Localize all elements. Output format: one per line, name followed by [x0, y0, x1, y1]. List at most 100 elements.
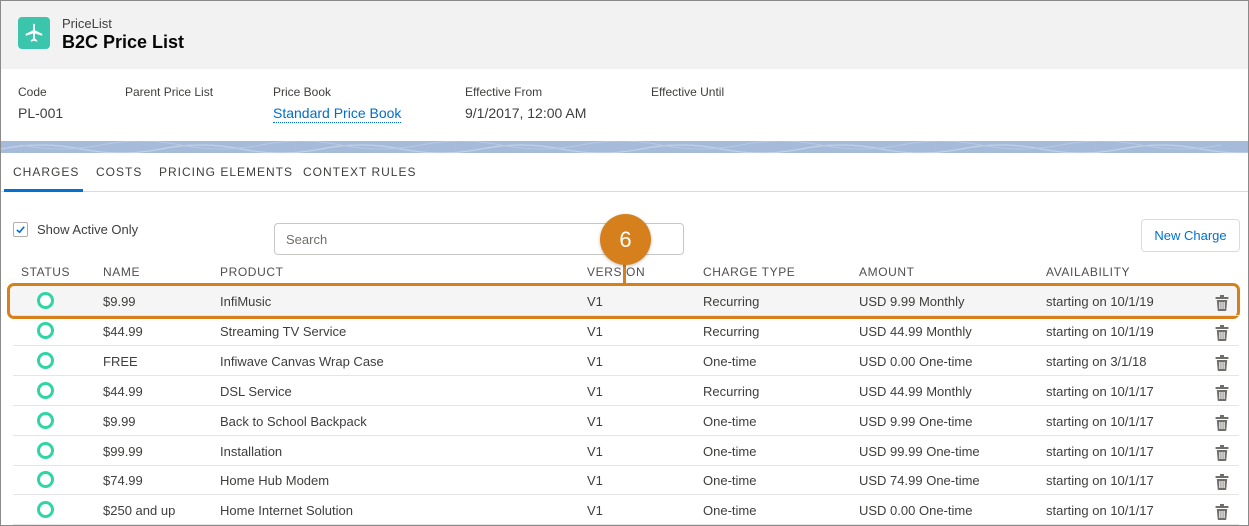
cell-version: V1 — [587, 294, 603, 309]
pricelist-plane-icon — [18, 17, 50, 49]
delete-trash-icon[interactable] — [1215, 414, 1229, 431]
cell-amount: USD 9.99 One-time — [859, 413, 973, 429]
decorative-band — [1, 141, 1248, 153]
status-active-icon — [37, 381, 54, 399]
cell-charge-type: Recurring — [703, 383, 760, 399]
cell-name: $99.99 — [103, 443, 143, 459]
cell-name: $44.99 — [103, 383, 143, 399]
table-row[interactable]: $44.99 DSL Service V1 Recurring USD 44.99 Mo… — [13, 376, 1239, 406]
column-header-amount[interactable]: AMOUNT — [859, 265, 915, 279]
table-row[interactable]: $74.99 Home Hub Modem V1 One-time USD 74.99 … — [13, 465, 1239, 496]
cell-name: $44.99 — [103, 323, 143, 339]
field-label: Effective From — [465, 85, 543, 99]
cell-version: V1 — [587, 353, 603, 369]
field-label: Code — [18, 85, 47, 99]
tab-bar: CHARGES COSTS PRICING ELEMENTS CONTEXT R… — [1, 153, 1248, 192]
cell-charge-type: One-time — [703, 413, 757, 429]
status-active-icon — [37, 411, 54, 429]
cell-product: DSL Service — [220, 383, 292, 399]
cell-version: V1 — [587, 383, 603, 399]
tab-context-rules[interactable]: CONTEXT RULES — [303, 165, 416, 179]
cell-product: InfiMusic — [220, 294, 272, 309]
field-label: Price Book — [273, 85, 332, 99]
delete-trash-icon[interactable] — [1215, 295, 1229, 311]
cell-amount: USD 0.00 One-time — [859, 353, 973, 369]
cell-name: $9.99 — [103, 294, 136, 309]
cell-amount: USD 0.00 One-time — [859, 503, 973, 519]
cell-availability: starting on 10/1/17 — [1046, 473, 1154, 489]
delete-trash-icon[interactable] — [1215, 354, 1229, 371]
new-charge-button[interactable]: New Charge — [1141, 219, 1240, 252]
status-active-icon — [37, 501, 54, 519]
table-row[interactable]: $99.99 Installation V1 One-time USD 99.99 On… — [13, 436, 1239, 466]
cell-charge-type: One-time — [703, 473, 757, 489]
cell-charge-type: Recurring — [703, 294, 760, 309]
column-header-status[interactable]: STATUS — [21, 265, 70, 279]
status-active-icon — [37, 292, 54, 309]
table-row[interactable]: $9.99 Back to School Backpack V1 One-time US… — [13, 406, 1239, 436]
status-active-icon — [37, 351, 54, 369]
delete-trash-icon[interactable] — [1215, 504, 1229, 521]
cell-name: $250 and up — [103, 503, 176, 519]
table-row[interactable]: $9.99 InfiMusic V1 Recurring USD 9.99 Monthl… — [13, 286, 1239, 316]
cell-product: Home Hub Modem — [220, 473, 330, 489]
tab-charges[interactable]: CHARGES — [13, 165, 79, 179]
price-book-link[interactable]: Standard Price Book — [273, 105, 402, 123]
record-page: PriceList B2C Price List Code PL-001 Par… — [0, 0, 1249, 526]
status-active-icon — [37, 441, 54, 459]
field-value: PL-001 — [18, 105, 64, 121]
field-price-book: Price Book Standard Price Book — [273, 85, 402, 123]
cell-version: V1 — [587, 443, 603, 459]
cell-name: $74.99 — [103, 473, 143, 489]
column-header-product[interactable]: PRODUCT — [220, 265, 284, 279]
record-title: B2C Price List — [62, 32, 185, 52]
cell-version: V1 — [587, 473, 603, 489]
cell-availability: starting on 10/1/19 — [1046, 294, 1154, 309]
delete-trash-icon[interactable] — [1215, 444, 1229, 461]
checkmark-icon — [16, 226, 25, 234]
highlights-panel: Code PL-001 Parent Price List Price Book… — [1, 69, 1248, 141]
column-header-name[interactable]: NAME — [103, 265, 140, 279]
show-active-checkbox[interactable] — [13, 222, 28, 237]
column-header-availability[interactable]: AVAILABILITY — [1046, 265, 1130, 279]
cell-availability: starting on 3/1/18 — [1046, 353, 1147, 369]
field-parent-price-list: Parent Price List — [125, 85, 213, 105]
delete-trash-icon[interactable] — [1215, 384, 1229, 401]
tab-pricing-elements[interactable]: PRICING ELEMENTS — [159, 165, 293, 179]
cell-charge-type: One-time — [703, 353, 757, 369]
status-active-icon — [37, 471, 54, 489]
table-row[interactable]: $44.99 Streaming TV Service V1 Recurring USD… — [13, 316, 1239, 346]
field-code: Code PL-001 — [18, 85, 63, 121]
cell-product: Home Internet Solution — [220, 503, 353, 519]
cell-version: V1 — [587, 503, 603, 519]
table-row[interactable]: $250 and up Home Internet Solution V1 One-t… — [13, 495, 1239, 525]
column-header-version[interactable]: VERSION — [587, 265, 645, 279]
cell-availability: starting on 10/1/19 — [1046, 323, 1154, 339]
cell-product: Installation — [220, 443, 283, 459]
cell-product: Infiwave Canvas Wrap Case — [220, 353, 384, 369]
cell-availability: starting on 10/1/17 — [1046, 503, 1154, 519]
column-header-charge-type[interactable]: CHARGE TYPE — [703, 265, 795, 279]
cell-name: $9.99 — [103, 413, 136, 429]
active-tab-indicator — [4, 189, 83, 192]
cell-amount: USD 74.99 One-time — [859, 473, 980, 489]
cell-amount: USD 9.99 Monthly — [859, 294, 965, 309]
callout-badge: 6 — [600, 214, 651, 265]
cell-charge-type: One-time — [703, 443, 757, 459]
field-effective-until: Effective Until — [651, 85, 724, 105]
tab-costs[interactable]: COSTS — [96, 165, 142, 179]
field-label: Effective Until — [651, 85, 725, 99]
status-active-icon — [37, 321, 54, 339]
field-value: 9/1/2017, 12:00 AM — [465, 105, 587, 121]
cell-version: V1 — [587, 323, 603, 339]
field-effective-from: Effective From 9/1/2017, 12:00 AM — [465, 85, 586, 121]
show-active-only-toggle[interactable]: Show Active Only — [13, 222, 138, 237]
table-row[interactable]: FREE Infiwave Canvas Wrap Case V1 One-time U… — [13, 346, 1239, 376]
delete-trash-icon[interactable] — [1215, 324, 1229, 341]
cell-availability: starting on 10/1/17 — [1046, 443, 1154, 459]
cell-availability: starting on 10/1/17 — [1046, 383, 1154, 399]
cell-product: Back to School Backpack — [220, 413, 367, 429]
delete-trash-icon[interactable] — [1215, 474, 1229, 491]
cell-product: Streaming TV Service — [220, 323, 347, 339]
record-header: PriceList B2C Price List — [1, 1, 1248, 69]
